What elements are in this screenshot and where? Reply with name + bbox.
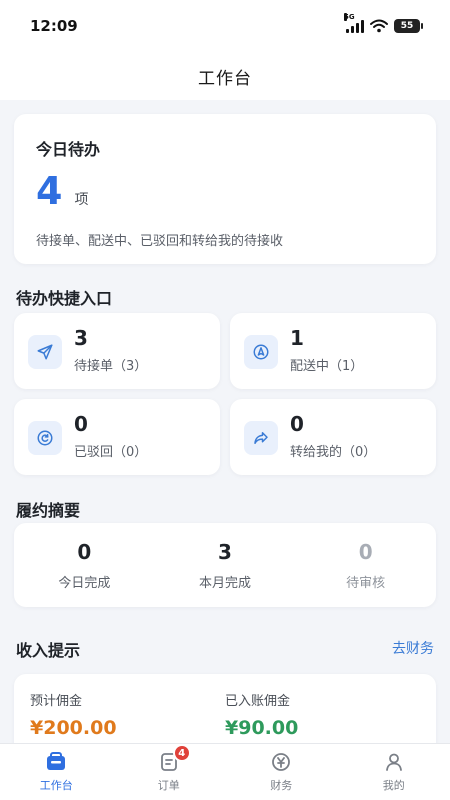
summary-label: 今日完成 [58, 575, 111, 591]
tab-finance[interactable]: 财务 [225, 744, 338, 800]
quick-entry-label: 待接单（3） [74, 359, 148, 374]
tab-orders[interactable]: 4 订单 [113, 744, 226, 800]
go-finance-link[interactable]: 去财务 [392, 638, 434, 658]
status-time: 12:09 [30, 17, 78, 35]
summary-title: 履约摘要 [16, 501, 81, 520]
today-todo-count-row: 4 项 [36, 172, 414, 210]
battery-icon: 55 [394, 19, 423, 33]
forward-icon [244, 421, 278, 455]
today-todo-card[interactable]: 今日待办 4 项 待接单、配送中、已驳回和转给我的待接收 [14, 114, 436, 264]
tab-label: 我的 [382, 779, 405, 792]
quick-entry-label: 配送中（1） [290, 359, 364, 374]
today-todo-desc: 待接单、配送中、已驳回和转给我的待接收 [36, 234, 284, 249]
navigation-icon [244, 335, 278, 369]
tab-label: 财务 [270, 779, 293, 792]
summary-value: 0 [77, 539, 92, 564]
tab-label: 订单 [157, 779, 180, 792]
summary-pending-review[interactable]: 0 待审核 [295, 523, 436, 607]
quick-entry-count: 1 [290, 326, 304, 350]
quick-entry-count: 0 [290, 412, 304, 436]
quick-entry-forwarded[interactable]: 0 转给我的（0） [230, 399, 436, 475]
tab-bar: 工作台 4 订单 财务 我的 [0, 743, 450, 800]
quick-entry-pending-accept[interactable]: 3 待接单（3） [14, 313, 220, 389]
finance-icon [270, 751, 292, 773]
summary-month-done[interactable]: 3 本月完成 [155, 523, 296, 607]
status-icons: 5G 55 [344, 13, 423, 33]
order-icon: 4 [158, 744, 191, 773]
quick-entry-delivering[interactable]: 1 配送中（1） [230, 313, 436, 389]
workbench-icon [45, 751, 67, 773]
status-bar: 12:09 5G 55 [0, 0, 450, 52]
income-label: 预计佣金 [30, 694, 83, 709]
income-value: ¥200.00 [30, 717, 117, 739]
income-title: 收入提示 [16, 641, 81, 660]
quick-entry-count: 3 [74, 326, 88, 350]
summary-label: 本月完成 [199, 575, 252, 591]
send-icon [28, 335, 62, 369]
summary-label: 待审核 [346, 575, 386, 591]
rejected-icon [28, 421, 62, 455]
quick-entry-label: 转给我的（0） [290, 445, 377, 460]
summary-today-done[interactable]: 0 今日完成 [14, 523, 155, 607]
network-label: 5G [344, 13, 355, 21]
quick-entry-count: 0 [74, 412, 88, 436]
battery-level: 55 [400, 21, 414, 31]
income-label: 已入账佣金 [225, 694, 291, 709]
order-badge: 4 [172, 744, 191, 762]
income-value: ¥90.00 [225, 717, 299, 739]
quick-entry-rejected[interactable]: 0 已驳回（0） [14, 399, 220, 475]
tab-workbench[interactable]: 工作台 [0, 744, 113, 800]
navbar: 工作台 [0, 52, 450, 100]
page-title: 工作台 [198, 68, 252, 89]
summary-card: 0 今日完成 3 本月完成 0 待审核 [14, 523, 436, 607]
today-todo-count: 4 [36, 169, 63, 213]
tab-profile[interactable]: 我的 [338, 744, 450, 800]
summary-value: 0 [358, 539, 373, 564]
quick-entry-label: 已驳回（0） [74, 445, 148, 460]
profile-icon [383, 751, 405, 773]
today-todo-unit: 项 [74, 192, 89, 208]
today-todo-title: 今日待办 [36, 140, 101, 159]
summary-value: 3 [218, 539, 232, 564]
tab-label: 工作台 [39, 779, 73, 792]
wifi-icon [370, 19, 388, 33]
quick-entry-title: 待办快捷入口 [16, 289, 113, 308]
signal-icon: 5G [344, 13, 364, 33]
